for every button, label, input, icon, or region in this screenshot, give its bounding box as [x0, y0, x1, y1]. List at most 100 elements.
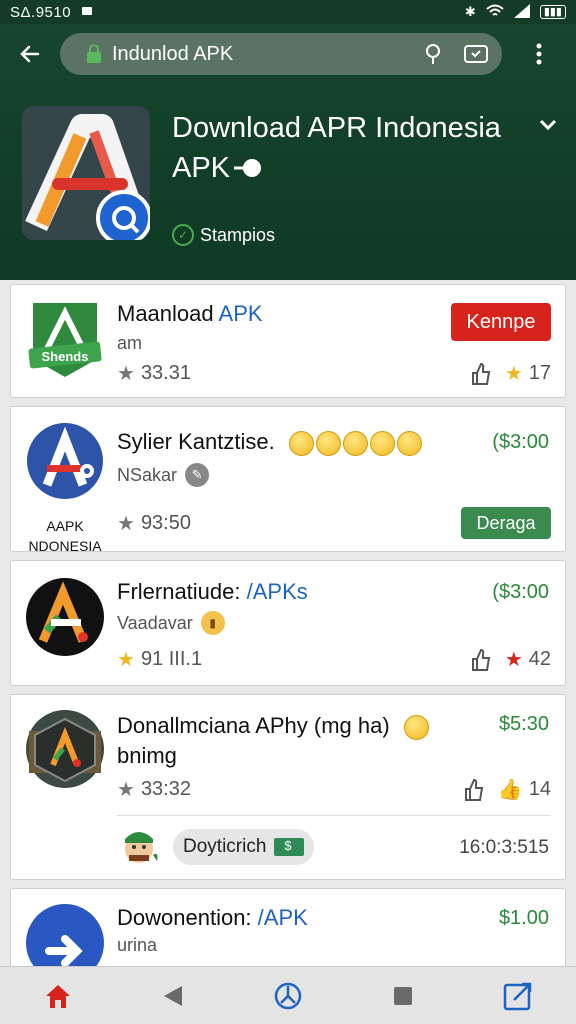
item-actions: ★ 17	[471, 361, 551, 386]
signal-icon	[513, 3, 530, 21]
share-button[interactable]	[488, 967, 548, 1024]
item-title: Frlernatiude: /APKs	[117, 579, 308, 604]
home-icon	[45, 984, 70, 1008]
item-actions: 👍 14	[464, 777, 551, 802]
item-title: Dowonention: /APK	[117, 905, 308, 930]
bottom-navigation	[0, 966, 576, 1024]
item-subtitle: am	[117, 333, 143, 353]
app-icon-label: Shends	[42, 349, 89, 364]
app-icon	[25, 709, 105, 789]
url-bar[interactable]: Indunlod APK	[60, 33, 502, 75]
app-title: Download APR Indonesia APK	[172, 108, 522, 188]
url-text: Indunlod APK	[112, 42, 234, 65]
avatar[interactable]	[117, 825, 161, 869]
app-title-line2: APK	[172, 152, 231, 184]
install-button[interactable]: Kennpe	[451, 303, 551, 341]
thumbs-up-icon[interactable]	[471, 362, 491, 385]
thumbs-up-icon[interactable]	[464, 778, 484, 801]
star-icon: ★	[504, 649, 523, 671]
cash-icon	[274, 838, 305, 856]
item-title: Sylier Kantztise.	[117, 429, 422, 456]
leaf-icon: ✓	[172, 224, 194, 246]
favorites-count: 17	[528, 362, 551, 384]
thumbs-up-icon[interactable]	[471, 648, 491, 671]
developer-name: Stampios	[200, 224, 276, 245]
explore-button[interactable]	[258, 967, 318, 1024]
star-icon: ★	[117, 649, 135, 671]
app-header: Indunlod APK Download APR Indonesia APK …	[0, 24, 576, 280]
expand-button[interactable]	[537, 114, 559, 141]
battery-icon: ▮▮▮	[539, 5, 566, 19]
key-icon	[234, 159, 262, 177]
item-title-line2: bnimg	[117, 743, 177, 768]
list-item[interactable]: Donallmciana APhy (mg ha) bnimg $5:30 ★ …	[10, 694, 566, 880]
wifi-icon	[486, 4, 504, 21]
thumbs-up-icon: 👍	[497, 779, 523, 801]
status-bar: SΔ.9510 ✱ ▮▮▮	[0, 0, 576, 24]
location-icon[interactable]	[424, 43, 442, 65]
star-icon: ★	[504, 363, 523, 385]
grin-emoji-icon	[403, 714, 429, 740]
wink-emoji-icon	[396, 430, 422, 456]
developer-badge: ✓ Stampios	[172, 224, 275, 246]
item-subtitle: urina	[117, 935, 158, 955]
item-rating: ★ 93:50	[117, 512, 191, 535]
arrow-left-icon	[20, 45, 40, 63]
back-nav-button[interactable]	[143, 967, 203, 1024]
square-icon	[394, 986, 413, 1005]
compass-icon	[274, 982, 302, 1009]
list-item[interactable]: Shends Maanload APK am ★ 33.31 Kennpe ★ 1…	[10, 284, 566, 398]
smile-emoji-icon	[315, 430, 341, 456]
app-icon-label: AAPK	[46, 518, 84, 534]
lock-icon	[86, 44, 104, 63]
status-time: SΔ.9510	[10, 3, 72, 21]
star-icon: ★	[117, 513, 135, 535]
app-icon: Shends	[25, 299, 105, 379]
user-name: Doyticrich	[183, 836, 267, 857]
recents-button[interactable]	[373, 967, 433, 1024]
edit-icon: ✎	[185, 463, 210, 487]
item-price: $1.00	[498, 907, 549, 929]
item-rating: ★ 33.31	[117, 362, 191, 385]
list-item[interactable]: AAPK NDONESIA Sylier Kantztise. ($3:00 N…	[10, 406, 566, 554]
item-title: Donallmciana APhy (mg ha) bnimg	[117, 711, 429, 771]
star-icon: ★	[117, 363, 135, 385]
user-chip[interactable]: Doyticrich	[173, 829, 315, 865]
app-logo	[22, 106, 150, 240]
item-subtitle: Vaadavar ▮	[117, 611, 225, 635]
back-button[interactable]	[0, 32, 60, 76]
download-button[interactable]: Deraga	[461, 507, 551, 539]
bluetooth-icon: ✱	[464, 4, 476, 19]
favorites-count: 42	[528, 648, 551, 670]
app-icon-label: NDONESIA	[28, 538, 102, 554]
list-item[interactable]: Frlernatiude: /APKs ($3:00 Vaadavar ▮ ★ …	[10, 560, 566, 686]
smile-emoji-icon	[288, 430, 314, 456]
emoji-row	[288, 430, 422, 456]
list-item[interactable]: Dowonention: /APK $1.00 urina	[10, 888, 566, 982]
browser-toolbar: Indunlod APK	[0, 32, 576, 76]
triangle-back-icon	[163, 985, 182, 1006]
item-rating: ★ 91 III.1	[117, 648, 203, 671]
item-price: ($3:00	[492, 581, 549, 603]
app-icon: AAPK NDONESIA	[25, 421, 105, 554]
external-link-icon	[504, 982, 532, 1010]
item-price: $5:30	[498, 713, 549, 735]
timestamp: 16:0:3:515	[459, 837, 549, 858]
item-rating: ★ 33:32	[117, 778, 191, 801]
item-actions: ★ 42	[471, 647, 551, 672]
home-button[interactable]	[28, 967, 88, 1024]
tabs-icon[interactable]	[464, 44, 488, 64]
item-subtitle: NSakar ✎	[117, 463, 210, 487]
thermometer-icon: ▮	[200, 611, 225, 635]
star-icon: ★	[117, 779, 135, 801]
divider	[117, 815, 551, 816]
wink-emoji-icon	[369, 430, 395, 456]
item-title: Maanload APK	[117, 301, 263, 326]
app-title-line1: Download APR Indonesia	[172, 112, 501, 144]
likes-count: 14	[528, 778, 551, 800]
notification-icon	[81, 4, 93, 21]
more-menu-button[interactable]	[502, 42, 576, 66]
app-icon	[25, 577, 105, 657]
chevron-down-icon	[539, 119, 557, 131]
more-vert-icon	[536, 43, 542, 65]
